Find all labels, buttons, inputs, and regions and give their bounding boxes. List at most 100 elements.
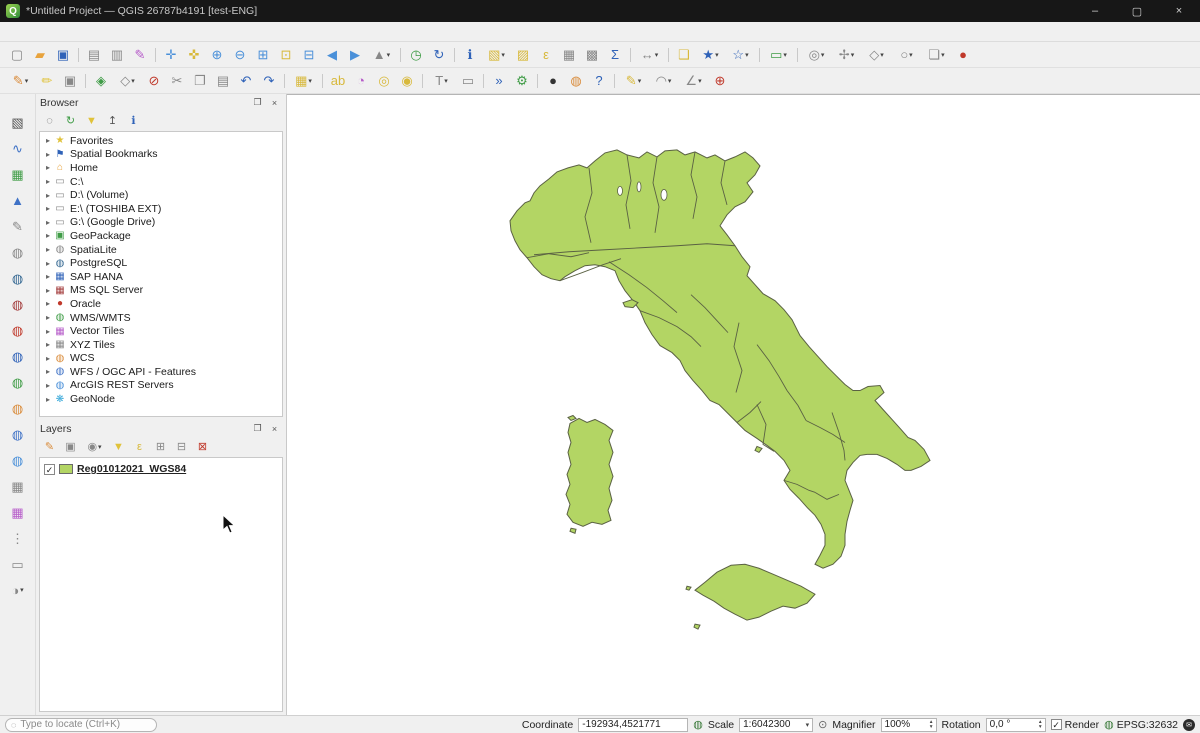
expand-arrow-icon[interactable]: ▸: [43, 245, 53, 254]
modify-attributes-button[interactable]: ▦▾: [289, 70, 318, 92]
redo-button[interactable]: ↷▾: [258, 70, 280, 92]
new-3d-map-view-button[interactable]: ▲▾: [367, 44, 396, 66]
expand-arrow-icon[interactable]: ▸: [43, 327, 53, 336]
pan-map-button[interactable]: ✛▾: [160, 44, 182, 66]
menu-item[interactable]: [102, 30, 116, 34]
menu-item[interactable]: [32, 30, 46, 34]
deselect-features-button[interactable]: ▨▾: [512, 44, 534, 66]
annotation-dropdown[interactable]: ❏▾: [922, 44, 951, 66]
highlight-labels-button[interactable]: ◉▾: [396, 70, 418, 92]
toggle-editing-button[interactable]: ✏▾: [36, 70, 58, 92]
browser-refresh-button[interactable]: ↻▾: [61, 112, 80, 130]
layer-labeling-button[interactable]: ab▾: [327, 70, 349, 92]
browser-properties-button[interactable]: ℹ▾: [124, 112, 143, 130]
new-virtual-layer-button[interactable]: ▭▾: [6, 552, 30, 576]
menu-item[interactable]: [116, 30, 130, 34]
layout-manager-button[interactable]: ▥▾: [106, 44, 128, 66]
magnifier-spinbox[interactable]: 100% ▴▾: [881, 718, 937, 732]
zoom-to-selection-button[interactable]: ⊡▾: [275, 44, 297, 66]
add-xyz-layer-button[interactable]: ▦▾: [6, 474, 30, 498]
render-toggle[interactable]: ✓ Render: [1051, 719, 1099, 731]
expand-arrow-icon[interactable]: ▸: [43, 218, 53, 227]
add-postgis-layer-button[interactable]: ◍▾: [6, 266, 30, 290]
menu-item[interactable]: [4, 30, 18, 34]
expand-arrow-icon[interactable]: ▸: [43, 150, 53, 159]
browser-item-vector-tiles[interactable]: ▸ ▦ Vector Tiles: [40, 324, 282, 338]
temporal-controller-button[interactable]: ◷▾: [405, 44, 427, 66]
coordinate-input[interactable]: -192934,4521771: [578, 718, 688, 732]
browser-item-drive-e[interactable]: ▸ ▭ E:\ (TOSHIBA EXT): [40, 202, 282, 216]
show-spatial-bookmarks-button[interactable]: ☆▾: [726, 44, 755, 66]
expand-arrow-icon[interactable]: ▸: [43, 136, 53, 145]
menu-item[interactable]: [158, 30, 172, 34]
sant-antioco-island[interactable]: [570, 528, 576, 533]
expand-arrow-icon[interactable]: ▸: [43, 395, 53, 404]
select-by-expression-button[interactable]: ε▾: [535, 44, 557, 66]
expand-arrow-icon[interactable]: ▸: [43, 259, 53, 268]
add-mesh-layer-button[interactable]: ▲▾: [6, 188, 30, 212]
layers-float-button[interactable]: ❐: [250, 422, 265, 435]
current-edits-button[interactable]: ✎▾: [6, 70, 35, 92]
style-dock-toggle[interactable]: ◑▾: [3, 578, 33, 602]
browser-item-spatialite[interactable]: ▸ ◍ SpatiaLite: [40, 243, 282, 257]
spin-arrows-icon[interactable]: ▴▾: [930, 720, 933, 730]
select-tool-dropdown[interactable]: ◎▾: [802, 44, 831, 66]
expand-arrow-icon[interactable]: ▸: [43, 177, 53, 186]
identify-features-button[interactable]: ℹ▾: [459, 44, 481, 66]
expand-arrow-icon[interactable]: ▸: [43, 354, 53, 363]
menu-item[interactable]: [88, 30, 102, 34]
asinara-island[interactable]: [568, 415, 576, 420]
text-annotation-button[interactable]: T▾: [427, 70, 456, 92]
add-mssql-layer-button[interactable]: ◍▾: [6, 292, 30, 316]
vertex-tool-button[interactable]: ◇▾: [113, 70, 142, 92]
select-features-button[interactable]: ▧▾: [482, 44, 511, 66]
osm-place-search-button[interactable]: ●▾: [542, 70, 564, 92]
add-wcs-layer-button[interactable]: ◍▾: [6, 396, 30, 420]
menu-item[interactable]: [46, 30, 60, 34]
zoom-next-button[interactable]: ▶▾: [344, 44, 366, 66]
layer-diagram-button[interactable]: ◔▾: [350, 70, 372, 92]
expand-arrow-icon[interactable]: ▸: [43, 340, 53, 349]
delete-selected-button[interactable]: ⊘▾: [143, 70, 165, 92]
locate-search-input[interactable]: ◌ Type to locate (Ctrl+K): [5, 718, 157, 732]
expand-arrow-icon[interactable]: ▸: [43, 367, 53, 376]
expand-arrow-icon[interactable]: ▸: [43, 381, 53, 390]
add-raster-layer-button[interactable]: ▦▾: [6, 162, 30, 186]
spin-arrows-icon[interactable]: ▴▾: [1039, 720, 1042, 730]
expand-all-button[interactable]: ⊞▾: [151, 438, 170, 456]
browser-item-arcgis-rest[interactable]: ▸ ◍ ArcGIS REST Servers: [40, 379, 282, 393]
refresh-map-button[interactable]: ↻▾: [428, 44, 450, 66]
close-button[interactable]: ×: [1158, 0, 1200, 22]
browser-item-drive-g[interactable]: ▸ ▭ G:\ (Google Drive): [40, 216, 282, 230]
zoom-last-button[interactable]: ◀▾: [321, 44, 343, 66]
processing-toolbox-button[interactable]: ⚙▾: [511, 70, 533, 92]
browser-item-geonode[interactable]: ▸ ❋ GeoNode: [40, 392, 282, 406]
collapse-all-button[interactable]: ⊟▾: [172, 438, 191, 456]
browser-item-drive-c[interactable]: ▸ ▭ C:\: [40, 175, 282, 189]
add-feature-button[interactable]: ◈▾: [90, 70, 112, 92]
paste-features-button[interactable]: ▤▾: [212, 70, 234, 92]
browser-item-postgresql[interactable]: ▸ ◍ PostgreSQL: [40, 256, 282, 270]
zoom-out-button[interactable]: ⊖▾: [229, 44, 251, 66]
expand-arrow-icon[interactable]: ▸: [43, 204, 53, 213]
browser-item-wfs-ogc-api[interactable]: ▸ ◍ WFS / OGC API - Features: [40, 365, 282, 379]
add-circle-button[interactable]: ⊕▾: [709, 70, 731, 92]
map-canvas[interactable]: [287, 94, 1200, 715]
new-map-view-button[interactable]: ▭▾: [764, 44, 793, 66]
python-console-button[interactable]: »▾: [488, 70, 510, 92]
zoom-to-layer-button[interactable]: ⊟▾: [298, 44, 320, 66]
browser-item-wcs[interactable]: ▸ ◍ WCS: [40, 352, 282, 366]
open-project-button[interactable]: ▰▾: [29, 44, 51, 66]
browser-item-oracle[interactable]: ▸ ● Oracle: [40, 297, 282, 311]
browser-item-wms-wmts[interactable]: ▸ ◍ WMS/WMTS: [40, 311, 282, 325]
manage-map-themes-button[interactable]: ◉▾: [82, 438, 107, 456]
filter-by-expression-button[interactable]: ε▾: [130, 438, 149, 456]
maximize-button[interactable]: ▢: [1116, 0, 1158, 22]
expand-arrow-icon[interactable]: ▸: [43, 191, 53, 200]
copy-features-button[interactable]: ❐▾: [189, 70, 211, 92]
add-vector-layer-button[interactable]: ∿▾: [6, 136, 30, 160]
add-point-cloud-layer-button[interactable]: ⋮▾: [6, 526, 30, 550]
open-attribute-table-button[interactable]: ▦▾: [558, 44, 580, 66]
scale-combobox[interactable]: 1:6042300 ▾: [739, 718, 813, 732]
regular-shape-dropdown[interactable]: ○▾: [892, 44, 921, 66]
